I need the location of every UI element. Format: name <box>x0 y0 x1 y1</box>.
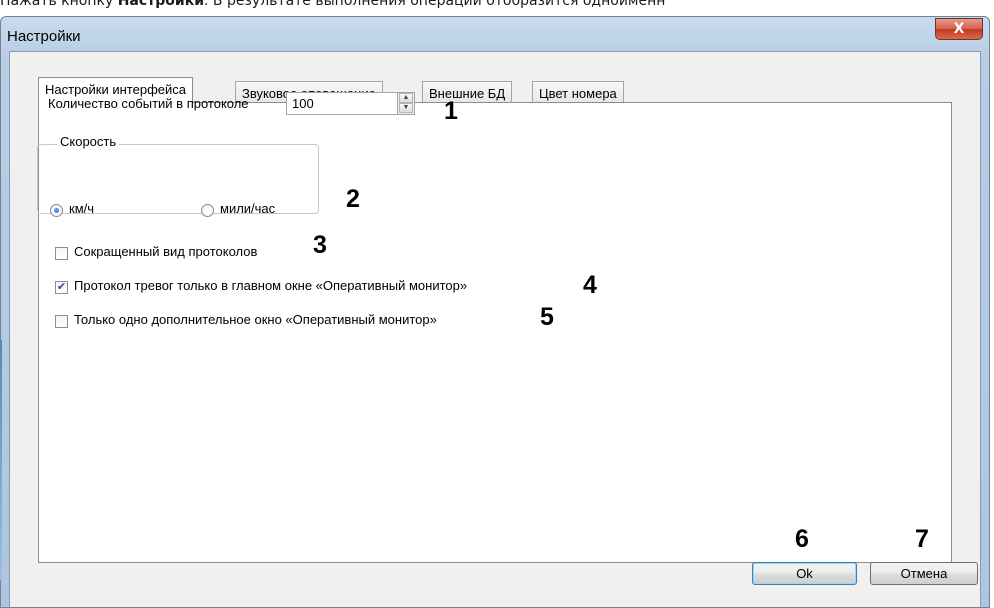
ok-button-label: Ok <box>796 566 813 581</box>
ok-button[interactable]: Ok <box>752 562 857 585</box>
checkbox-single-monitor[interactable] <box>55 315 68 328</box>
tab-external-db[interactable]: Внешние БД <box>422 81 513 104</box>
radio-mph[interactable] <box>201 204 214 217</box>
cancel-button[interactable]: Отмена <box>870 562 978 585</box>
close-button[interactable]: X <box>935 18 983 40</box>
events-count-input[interactable]: 100 <box>286 92 398 115</box>
up-arrow-icon[interactable]: ▲ <box>399 93 413 103</box>
tab-label: Настройки интерфейса <box>45 82 186 97</box>
doc-text-bold: Настройки <box>117 0 205 9</box>
tab-page-interface <box>38 102 952 563</box>
cancel-button-label: Отмена <box>900 566 948 581</box>
dialog-client-area: Настройки интерфейса Звуковое оповещение… <box>9 51 981 607</box>
document-text-line: Нажать кнопку Настройки. В результате вы… <box>0 0 994 13</box>
checkbox-alarm-protocol[interactable]: ✔ <box>55 281 68 294</box>
close-icon: X <box>953 21 965 37</box>
settings-dialog: Настройки X Настройки интерфейса Звуково… <box>0 16 990 608</box>
tab-interface-settings[interactable]: Настройки интерфейса <box>38 77 193 104</box>
window-title: Настройки <box>7 28 81 45</box>
tab-label: Цвет номера <box>539 86 617 101</box>
events-count-value: 100 <box>292 96 314 111</box>
checkbox-short-protocol[interactable] <box>55 247 68 260</box>
window-edge-strip <box>0 340 2 580</box>
events-count-stepper[interactable]: ▲ ▼ <box>398 92 415 115</box>
check-mark-icon: ✔ <box>56 281 67 293</box>
radio-kmh[interactable] <box>50 204 63 217</box>
title-bar[interactable]: Настройки X <box>1 17 989 51</box>
doc-text-prefix: Нажать кнопку <box>0 0 118 9</box>
down-arrow-icon[interactable]: ▼ <box>399 103 413 113</box>
tab-label: Внешние БД <box>429 86 506 101</box>
doc-text-suffix: . В результате выполнения операции отобр… <box>204 0 666 9</box>
tab-plate-color[interactable]: Цвет номера <box>532 81 624 104</box>
